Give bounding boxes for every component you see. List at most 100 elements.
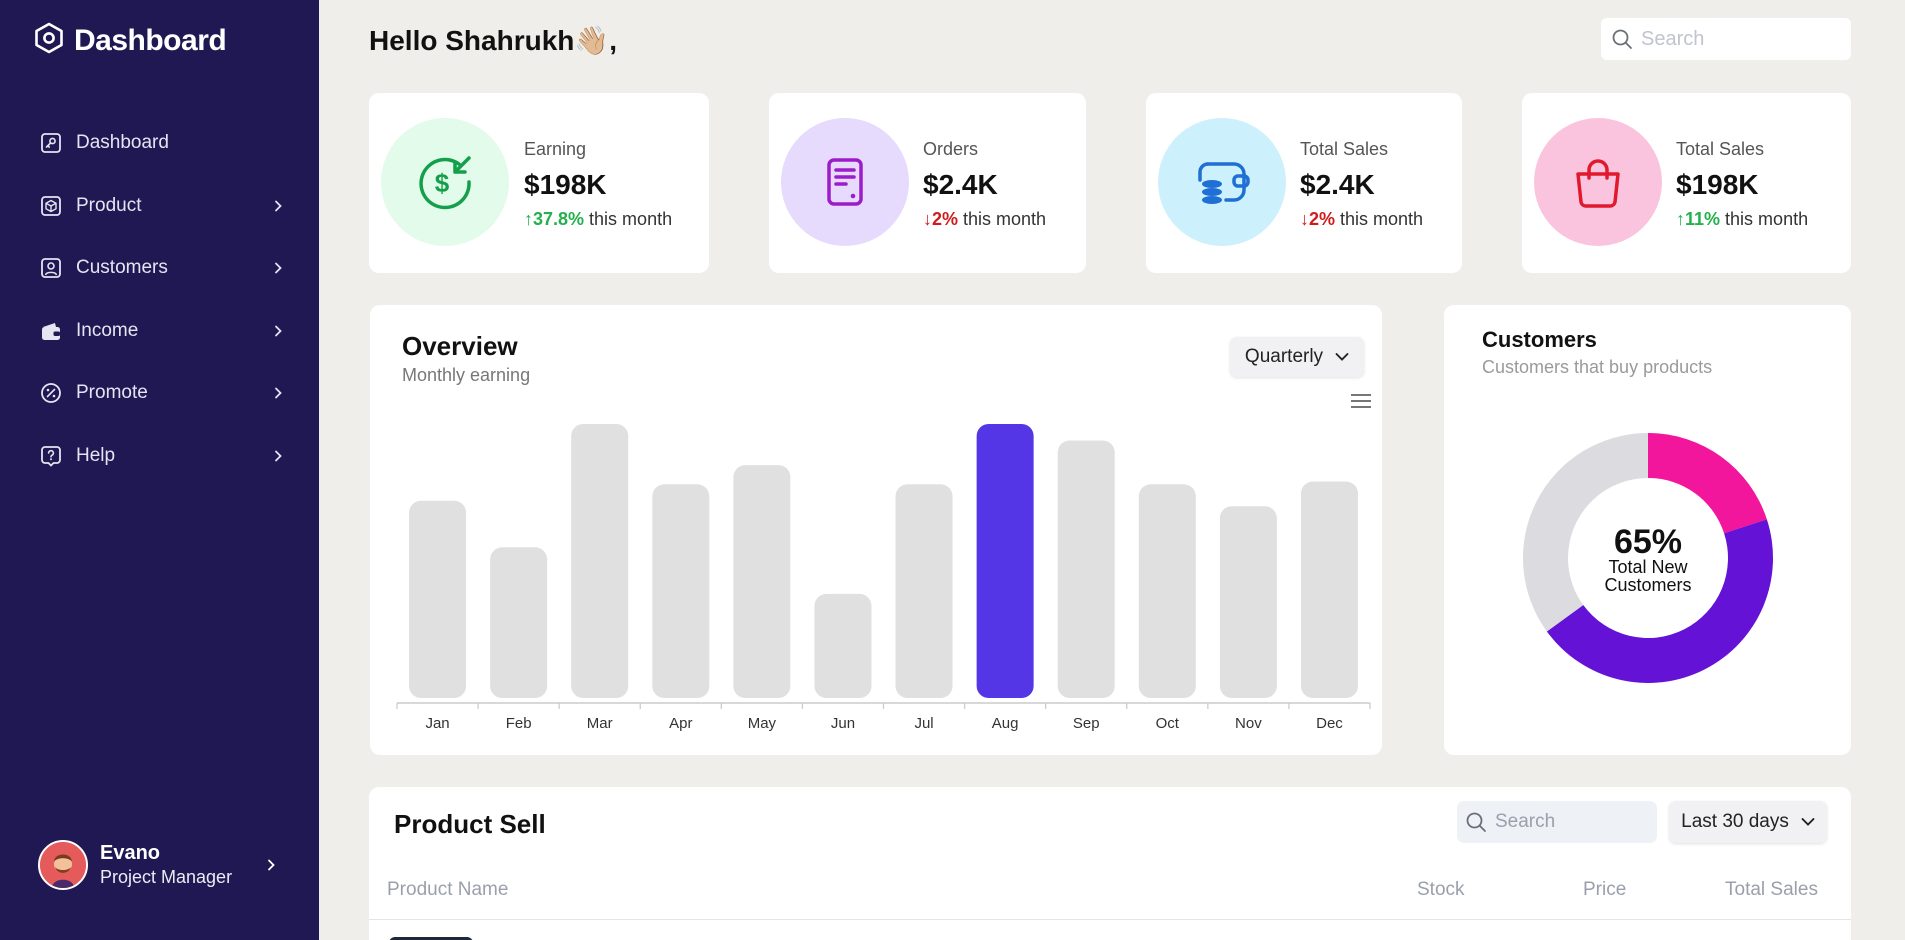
stat-text: Total Sales $198K ↑11% this month bbox=[1676, 139, 1808, 230]
sidebar-item-label: Income bbox=[76, 319, 139, 341]
product-sell-card: Product Sell Last 30 days Product Name S… bbox=[369, 787, 1851, 940]
stat-change-value: ↓2% bbox=[1300, 209, 1336, 229]
stat-icon-circle bbox=[1158, 118, 1286, 246]
sidebar-item-label: Customers bbox=[76, 257, 168, 279]
bar-sep[interactable] bbox=[1057, 440, 1115, 698]
bar-mar[interactable] bbox=[571, 424, 629, 698]
bar-nov[interactable] bbox=[1219, 506, 1277, 698]
user-profile[interactable]: Evano Project Manager bbox=[38, 840, 278, 890]
sidebar-item-label: Product bbox=[76, 194, 142, 216]
dollar-return-icon: $ bbox=[419, 156, 471, 210]
profile-name: Evano bbox=[100, 842, 161, 864]
stat-text: Earning $198K ↑37.8% this month bbox=[524, 139, 672, 230]
tick-label-feb: Feb bbox=[506, 715, 532, 732]
chevron-right-icon bbox=[275, 450, 282, 462]
column-header-product-name[interactable]: Product Name bbox=[387, 879, 508, 901]
shopping-bag-icon bbox=[1576, 159, 1620, 208]
avatar bbox=[38, 840, 88, 890]
donut-label-line2: Customers bbox=[1604, 575, 1691, 595]
search-icon bbox=[1466, 812, 1486, 832]
brand-title: Dashboard bbox=[74, 23, 227, 57]
table-header-divider bbox=[369, 919, 1851, 920]
stat-card-earning: $ Earning $198K ↑37.8% this month bbox=[369, 93, 709, 273]
stat-change: ↑37.8% this month bbox=[524, 209, 672, 230]
tick-label-oct: Oct bbox=[1156, 715, 1180, 732]
stat-text: Total Sales $2.4K ↓2% this month bbox=[1300, 139, 1423, 230]
stat-value: $198K bbox=[524, 169, 607, 200]
range-dropdown-label: Last 30 days bbox=[1681, 811, 1789, 832]
column-header-total-sales[interactable]: Total Sales bbox=[1725, 879, 1818, 901]
stat-label: Earning bbox=[524, 139, 587, 159]
discount-icon bbox=[40, 382, 62, 404]
bar-apr[interactable] bbox=[652, 484, 710, 698]
stat-card-total-sales-2: Total Sales $198K ↑11% this month bbox=[1522, 93, 1851, 273]
tick-label-may: May bbox=[748, 715, 777, 732]
bar-oct[interactable] bbox=[1138, 484, 1196, 698]
profile-info: Evano Project Manager bbox=[100, 842, 264, 888]
sidebar-item-help[interactable]: Help bbox=[0, 425, 319, 488]
stat-change-suffix: this month bbox=[958, 209, 1047, 229]
key-square-icon bbox=[40, 132, 62, 154]
bar-jan[interactable] bbox=[409, 500, 467, 698]
bar-jul[interactable] bbox=[895, 484, 953, 698]
user-square-icon bbox=[40, 257, 62, 279]
stat-value: $2.4K bbox=[923, 169, 998, 200]
help-square-icon bbox=[40, 445, 62, 467]
stat-change-suffix: this month bbox=[584, 209, 673, 229]
range-dropdown[interactable]: Last 30 days bbox=[1669, 801, 1827, 843]
column-header-price[interactable]: Price bbox=[1583, 879, 1626, 901]
product-search-box[interactable] bbox=[1457, 801, 1657, 843]
sidebar-item-product[interactable]: Product bbox=[0, 175, 319, 238]
stat-change: ↓2% this month bbox=[1300, 209, 1423, 230]
tick-label-sep: Sep bbox=[1073, 715, 1100, 732]
bar-chart: Jan Feb Mar Apr May Jun Jul Aug Sep Oct Nov Dec bbox=[396, 424, 1371, 732]
chevron-right-icon[interactable] bbox=[264, 858, 278, 872]
donut-percent-label: 65% bbox=[1614, 523, 1682, 561]
product-sell-title: Product Sell bbox=[394, 809, 546, 839]
bar-jun[interactable] bbox=[814, 593, 872, 698]
search-icon bbox=[1612, 29, 1632, 49]
overview-card: Overview Monthly earning Quarterly Jan Fe… bbox=[370, 305, 1382, 755]
column-header-stock[interactable]: Stock bbox=[1417, 879, 1465, 901]
tick-label-mar: Mar bbox=[587, 715, 613, 732]
product-search-input[interactable] bbox=[1495, 811, 1645, 833]
tick-label-nov: Nov bbox=[1235, 715, 1262, 732]
customers-card: Customers Customers that buy products 65… bbox=[1444, 305, 1851, 755]
stat-change-value: ↑11% bbox=[1676, 209, 1721, 229]
stat-change: ↑11% this month bbox=[1676, 209, 1808, 230]
bar-dec[interactable] bbox=[1300, 481, 1358, 698]
stat-value: $198K bbox=[1676, 169, 1759, 200]
stat-card-orders: Orders $2.4K ↓2% this month bbox=[769, 93, 1086, 273]
sidebar-item-dashboard[interactable]: Dashboard bbox=[0, 112, 319, 175]
stat-icon-circle bbox=[1534, 118, 1662, 246]
stat-change-suffix: this month bbox=[1720, 209, 1809, 229]
sidebar-item-income[interactable]: Income bbox=[0, 300, 319, 363]
stat-value: $2.4K bbox=[1300, 169, 1375, 200]
bar-may[interactable] bbox=[733, 465, 791, 698]
stat-change-suffix: this month bbox=[1335, 209, 1424, 229]
stat-label: Total Sales bbox=[1676, 139, 1765, 159]
sidebar-item-customers[interactable]: Customers bbox=[0, 237, 319, 300]
sidebar-item-label: Dashboard bbox=[76, 132, 169, 154]
stat-change-value: ↓2% bbox=[923, 209, 959, 229]
greeting: Hello Shahrukh👋🏼, bbox=[369, 25, 618, 56]
stat-icon-circle bbox=[781, 118, 909, 246]
tick-label-aug: Aug bbox=[992, 715, 1019, 732]
donut-slice-0[interactable] bbox=[1648, 433, 1767, 534]
sidebar: Dashboard Dashboard Product Customers In… bbox=[0, 0, 319, 940]
brand[interactable]: Dashboard bbox=[34, 22, 227, 59]
search-input[interactable] bbox=[1641, 27, 1831, 51]
stat-icon-circle: $ bbox=[381, 118, 509, 246]
tick-label-jul: Jul bbox=[914, 715, 933, 732]
chevron-right-icon bbox=[275, 262, 282, 274]
bar-aug[interactable] bbox=[976, 424, 1034, 698]
sidebar-item-label: Promote bbox=[76, 382, 148, 404]
bar-feb[interactable] bbox=[490, 547, 548, 698]
cube-icon bbox=[40, 195, 62, 217]
sidebar-nav: Dashboard Product Customers Income Promo… bbox=[0, 112, 319, 487]
tick-label-jun: Jun bbox=[831, 715, 855, 732]
search-box[interactable] bbox=[1601, 18, 1851, 60]
hexagon-logo-icon bbox=[34, 22, 64, 59]
sidebar-item-promote[interactable]: Promote bbox=[0, 362, 319, 425]
chevron-right-icon bbox=[275, 325, 282, 337]
